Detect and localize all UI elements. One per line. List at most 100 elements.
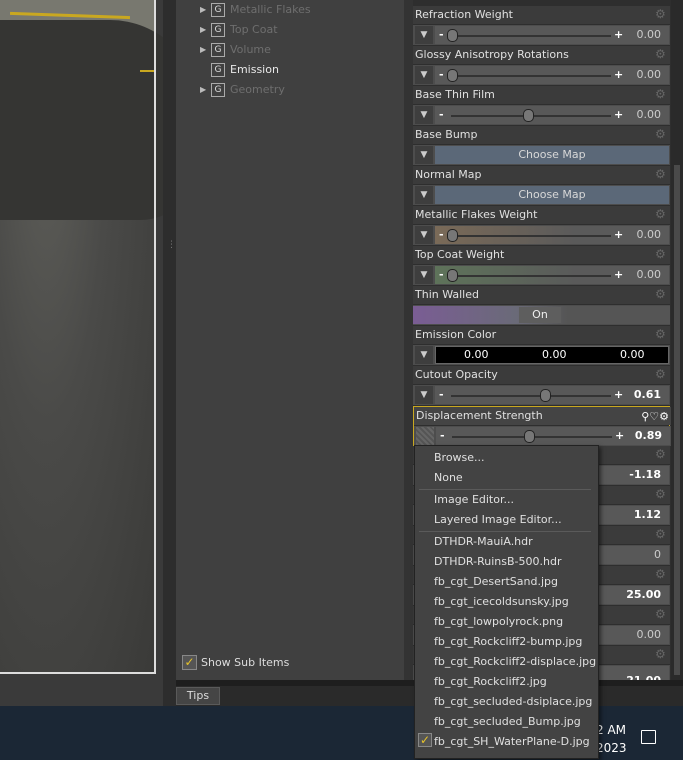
menu-item-file[interactable]: fb_cgt_secluded_Bump.jpg [434, 712, 581, 732]
value-field[interactable]: 0.00 [637, 26, 662, 44]
property-top-coat-weight: Top Coat Weight ⚙ ▼ - + 0.00 [413, 246, 670, 285]
expand-arrow-icon[interactable]: ▶ [200, 20, 210, 40]
choose-map-button[interactable]: Choose Map [435, 146, 669, 164]
menu-item-file[interactable]: fb_cgt_DesertSand.jpg [434, 572, 558, 592]
clock-time: 2 AM [596, 723, 627, 737]
choose-map-button[interactable]: Choose Map [435, 186, 669, 204]
slider-knob[interactable] [523, 109, 534, 122]
gear-icon[interactable]: ⚙ [655, 288, 667, 300]
gear-icon[interactable]: ⚙ [655, 48, 667, 60]
menu-item-image-editor[interactable]: Image Editor... [434, 490, 514, 510]
value-slider[interactable]: - + 0.00 [435, 226, 669, 244]
group-icon: G [211, 43, 225, 57]
value-field[interactable]: 0.00 [637, 66, 662, 84]
properties-scrollbar[interactable] [671, 0, 683, 680]
slider-knob[interactable] [524, 430, 535, 443]
menu-item-layered-image-editor[interactable]: Layered Image Editor... [434, 510, 562, 530]
slider-knob[interactable] [447, 269, 458, 282]
3d-viewport[interactable] [0, 0, 163, 706]
property-title: Displacement Strength [416, 409, 543, 422]
expand-arrow-icon[interactable]: ▶ [200, 40, 210, 60]
dropdown-arrow-icon[interactable]: ▼ [415, 386, 433, 404]
value-field[interactable]: 25.00 [626, 586, 661, 604]
gear-icon[interactable]: ⚙ [655, 328, 667, 340]
taskbar-clock[interactable]: 2 AM 2023 [596, 721, 627, 757]
property-base-thin-film: Base Thin Film ⚙ ▼ - + 0.00 [413, 86, 670, 125]
texture-thumbnail[interactable] [416, 427, 434, 445]
menu-item-file[interactable]: fb_cgt_secluded-dsiplace.jpg [434, 692, 592, 712]
value-field[interactable]: 1.12 [634, 506, 661, 524]
menu-item-file[interactable]: fb_cgt_Rockcliff2-bump.jpg [434, 632, 582, 652]
gear-icon[interactable]: ⚙ [655, 608, 667, 620]
dropdown-arrow-icon[interactable]: ▼ [415, 226, 433, 244]
dropdown-arrow-icon[interactable]: ▼ [415, 146, 433, 164]
link-favorite-gear-icons[interactable]: ⚲♡⚙ [641, 408, 669, 425]
menu-item-none[interactable]: None [434, 468, 463, 488]
gear-icon[interactable]: ⚙ [655, 8, 667, 20]
menu-item-file[interactable]: fb_cgt_Rockcliff2-displace.jpg [434, 652, 596, 672]
value-field[interactable]: 0.00 [637, 266, 662, 284]
menu-item-file-selected[interactable]: fb_cgt_SH_WaterPlane-D.jpg [434, 732, 590, 752]
checkmark-icon: ✓ [418, 733, 432, 747]
menu-item-file[interactable]: DTHDR-RuinsB-500.hdr [434, 552, 561, 572]
tree-item-label: Emission [230, 63, 279, 76]
thin-walled-toggle[interactable]: On [413, 306, 670, 324]
value-field[interactable]: 0.61 [634, 386, 661, 404]
value-slider[interactable]: - + 0.00 [435, 266, 669, 284]
surface-tree-pane: ▶ G Metallic Flakes ▶ G Top Coat ▶ G Vol… [176, 0, 405, 680]
dropdown-arrow-icon[interactable]: ▼ [415, 66, 433, 84]
value-slider[interactable]: - + 0.00 [435, 66, 669, 84]
value-field[interactable]: 0.89 [635, 427, 662, 445]
expand-arrow-icon[interactable]: ▶ [200, 0, 210, 20]
pane-splitter[interactable]: ⋮ [163, 0, 176, 706]
gear-icon[interactable]: ⚙ [655, 168, 667, 180]
value-field[interactable]: 21.00 [626, 672, 661, 680]
tab-tips[interactable]: Tips [176, 687, 220, 705]
slider-knob[interactable] [447, 229, 458, 242]
gear-icon[interactable]: ⚙ [655, 208, 667, 220]
dropdown-arrow-icon[interactable]: ▼ [415, 346, 433, 364]
gear-icon[interactable]: ⚙ [655, 448, 667, 460]
gear-icon[interactable]: ⚙ [655, 368, 667, 380]
gear-icon[interactable]: ⚙ [655, 568, 667, 580]
gear-icon[interactable]: ⚙ [655, 88, 667, 100]
value-slider[interactable]: - + 0.00 [435, 106, 669, 124]
dropdown-arrow-icon[interactable]: ▼ [415, 186, 433, 204]
gear-icon[interactable]: ⚙ [655, 488, 667, 500]
dropdown-arrow-icon[interactable]: ▼ [415, 26, 433, 44]
value-field[interactable]: 0.00 [637, 626, 662, 644]
dropdown-arrow-icon[interactable]: ▼ [415, 106, 433, 124]
menu-item-file[interactable]: fb_cgt_icecoldsunsky.jpg [434, 592, 569, 612]
color-swatch[interactable]: 0.00 0.00 0.00 [435, 346, 669, 364]
value-slider[interactable]: - + 0.00 [435, 26, 669, 44]
value-field[interactable]: 0 [654, 546, 661, 564]
slider-knob[interactable] [447, 69, 458, 82]
property-title: Base Thin Film [415, 88, 495, 101]
gear-icon[interactable]: ⚙ [655, 128, 667, 140]
expand-arrow-icon[interactable]: ▶ [200, 80, 210, 100]
dropdown-arrow-icon[interactable]: ▼ [415, 266, 433, 284]
color-g-value[interactable]: 0.00 [542, 347, 567, 363]
value-field[interactable]: 0.00 [637, 226, 662, 244]
gear-icon[interactable]: ⚙ [655, 248, 667, 260]
value-slider[interactable]: - + 0.89 [436, 427, 670, 445]
value-field[interactable]: 0.00 [637, 106, 662, 124]
property-refraction-weight: Refraction Weight ⚙ ▼ - + 0.00 [413, 6, 670, 45]
viewport-frame [0, 0, 156, 674]
value-slider[interactable]: - + 0.61 [435, 386, 669, 404]
gear-icon[interactable]: ⚙ [655, 648, 667, 660]
value-field[interactable]: -1.18 [629, 466, 661, 484]
checkmark-icon[interactable]: ✓ [182, 655, 197, 670]
slider-knob[interactable] [539, 389, 551, 402]
gear-icon[interactable]: ⚙ [655, 528, 667, 540]
notification-icon[interactable] [641, 730, 656, 744]
slider-knob[interactable] [447, 29, 458, 42]
menu-item-file[interactable]: fb_cgt_Rockcliff2.jpg [434, 672, 547, 692]
color-b-value[interactable]: 0.00 [620, 347, 645, 363]
menu-item-browse[interactable]: Browse... [434, 448, 485, 468]
toggle-on-button[interactable]: On [519, 307, 561, 323]
menu-item-file[interactable]: DTHDR-MauiA.hdr [434, 532, 533, 552]
menu-item-file[interactable]: fb_cgt_lowpolyrock.png [434, 612, 563, 632]
color-r-value[interactable]: 0.00 [464, 347, 489, 363]
scrollbar-thumb[interactable] [674, 165, 680, 675]
